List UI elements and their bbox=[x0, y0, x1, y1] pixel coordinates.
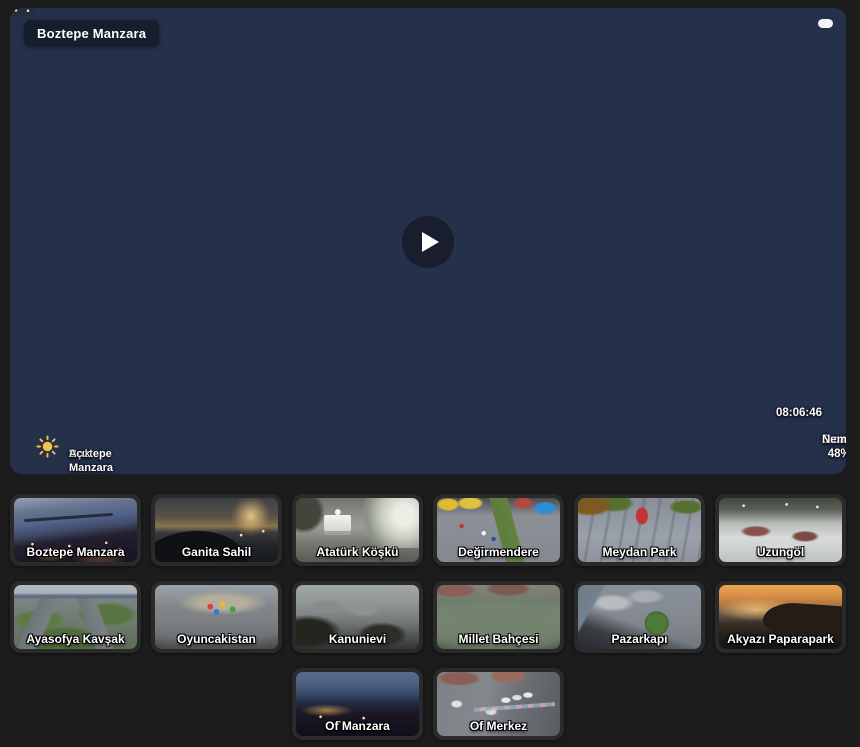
camera-thumb-image bbox=[578, 585, 701, 649]
sun-icon bbox=[36, 435, 59, 458]
camera-thumb-image bbox=[296, 498, 419, 562]
camera-title-badge: Boztepe Manzara bbox=[24, 20, 159, 47]
camera-thumb-boztepe-manzara[interactable]: Boztepe Manzara bbox=[10, 494, 141, 566]
pill-icon[interactable] bbox=[818, 19, 833, 28]
camera-thumb-akyazi-paparapark[interactable]: Akyazı Paparapark bbox=[715, 581, 846, 653]
camera-thumb-image bbox=[155, 498, 278, 562]
camera-thumb-image bbox=[296, 585, 419, 649]
camera-thumb-degirmendere[interactable]: Değirmendere bbox=[433, 494, 564, 566]
camera-thumb-image bbox=[155, 585, 278, 649]
camera-thumb-millet-bahcesi[interactable]: Millet Bahçesi bbox=[433, 581, 564, 653]
camera-thumb-pazarkapi[interactable]: Pazarkapı bbox=[574, 581, 705, 653]
camera-thumb-uzungol[interactable]: Uzungöl bbox=[715, 494, 846, 566]
clock-time: 08:06:46 bbox=[776, 407, 822, 419]
camera-thumb-image bbox=[437, 585, 560, 649]
video-player[interactable]: Boztepe Manzara Boztepe Manzara Açık 08:… bbox=[10, 8, 846, 474]
weather-overlay: Boztepe Manzara Açık bbox=[36, 435, 69, 458]
camera-thumb-ataturk-kosku[interactable]: Atatürk Köşkü bbox=[292, 494, 423, 566]
camera-thumb-image bbox=[719, 498, 842, 562]
humidity-label: Nem: 48% bbox=[822, 433, 846, 461]
camera-thumb-image bbox=[14, 585, 137, 649]
ship-silhouette bbox=[10, 8, 34, 16]
camera-grid-row: Of Manzara Of Merkez bbox=[10, 668, 846, 740]
weather-condition: Açık bbox=[69, 447, 90, 461]
camera-grid: Boztepe Manzara Ganita Sahil Atatürk Köş… bbox=[10, 494, 846, 740]
camera-grid-row: Boztepe Manzara Ganita Sahil Atatürk Köş… bbox=[10, 494, 846, 566]
camera-thumb-image bbox=[578, 498, 701, 562]
play-button[interactable] bbox=[402, 216, 454, 268]
camera-thumb-ganita-sahil[interactable]: Ganita Sahil bbox=[151, 494, 282, 566]
camera-thumb-image bbox=[437, 672, 560, 736]
camera-thumb-of-manzara[interactable]: Of Manzara bbox=[292, 668, 423, 740]
camera-thumb-ayasofya-kavsak[interactable]: Ayasofya Kavşak bbox=[10, 581, 141, 653]
camera-grid-row: Ayasofya Kavşak Oyuncakistan Kanunievi M… bbox=[10, 581, 846, 653]
camera-thumb-image bbox=[719, 585, 842, 649]
camera-thumb-kanunievi[interactable]: Kanunievi bbox=[292, 581, 423, 653]
camera-thumb-image bbox=[296, 672, 419, 736]
camera-thumb-of-merkez[interactable]: Of Merkez bbox=[433, 668, 564, 740]
camera-thumb-image bbox=[437, 498, 560, 562]
camera-thumb-meydan-park[interactable]: Meydan Park bbox=[574, 494, 705, 566]
camera-thumb-image bbox=[14, 498, 137, 562]
camera-thumb-oyuncakistan[interactable]: Oyuncakistan bbox=[151, 581, 282, 653]
